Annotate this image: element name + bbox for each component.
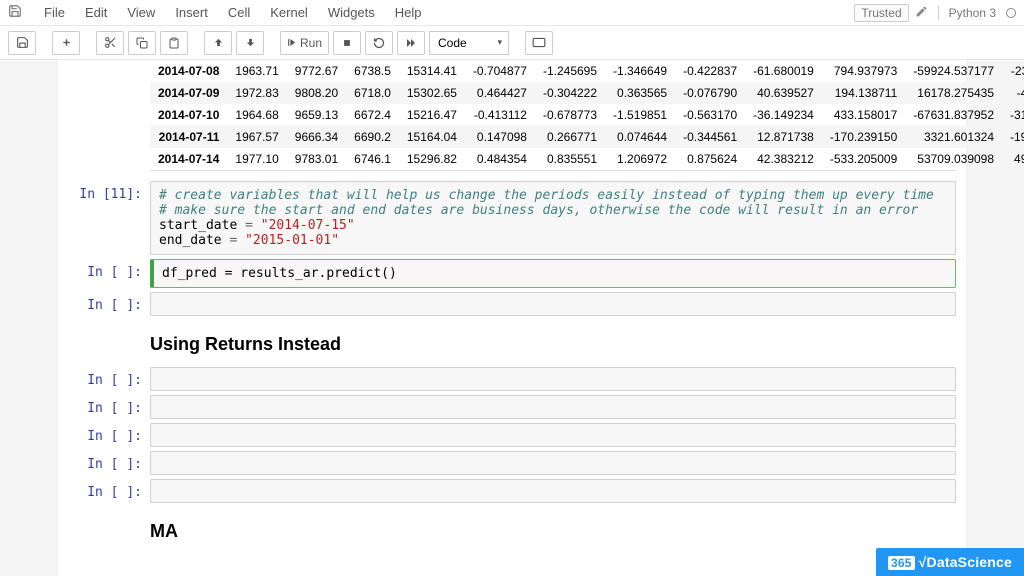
table-row: 2014-07-141977.109783.016746.115296.820.… xyxy=(150,148,1024,170)
insert-cell-button[interactable] xyxy=(52,31,80,55)
cell-prompt: In [ ]: xyxy=(58,395,150,419)
code-input[interactable] xyxy=(150,479,956,503)
command-palette-button[interactable] xyxy=(525,31,553,55)
move-up-button[interactable] xyxy=(204,31,232,55)
menu-view[interactable]: View xyxy=(117,1,165,24)
code-input[interactable] xyxy=(150,292,956,316)
cell-prompt: In [11]: xyxy=(58,181,150,255)
notebook-cell[interactable]: In [ ]: xyxy=(58,395,966,419)
notebook-cell[interactable]: In [ ]: xyxy=(58,479,966,503)
cell-prompt: In [ ]: xyxy=(58,423,150,447)
save-icon[interactable] xyxy=(8,4,22,21)
menu-bar: File Edit View Insert Cell Kernel Widget… xyxy=(0,0,1024,26)
cell-prompt: In [ ]: xyxy=(58,479,150,503)
notebook-cell[interactable]: MA xyxy=(58,507,966,550)
notebook-cell[interactable]: In [ ]: xyxy=(58,451,966,475)
notebook-cell[interactable]: In [ ]: xyxy=(58,423,966,447)
save-button[interactable] xyxy=(8,31,36,55)
trusted-badge[interactable]: Trusted xyxy=(854,4,908,22)
menu-kernel[interactable]: Kernel xyxy=(260,1,318,24)
edit-icon[interactable] xyxy=(915,5,928,21)
code-input[interactable] xyxy=(150,395,956,419)
menu-insert[interactable]: Insert xyxy=(165,1,218,24)
cell-prompt xyxy=(58,320,150,363)
stop-button[interactable] xyxy=(333,31,361,55)
run-label: Run xyxy=(300,36,322,50)
menu-cell[interactable]: Cell xyxy=(218,1,260,24)
notebook-area: 2014-07-081963.719772.676738.515314.41-0… xyxy=(0,60,1024,576)
notebook-cell[interactable]: Using Returns Instead xyxy=(58,320,966,363)
menu-help[interactable]: Help xyxy=(385,1,432,24)
notebook-cell[interactable]: In [11]:# create variables that will hel… xyxy=(58,181,966,255)
notebook-cell[interactable]: In [ ]:df_pred = results_ar.predict() xyxy=(58,259,966,288)
table-row: 2014-07-091972.839808.206718.015302.650.… xyxy=(150,82,1024,104)
restart-run-all-button[interactable] xyxy=(397,31,425,55)
cut-button[interactable] xyxy=(96,31,124,55)
code-input[interactable] xyxy=(150,367,956,391)
run-button[interactable]: Run xyxy=(280,31,329,55)
markdown-heading: Using Returns Instead xyxy=(150,334,956,355)
logo-badge: 365√DataScience xyxy=(876,548,1024,576)
kernel-name: Python 3 xyxy=(949,6,996,20)
menu-edit[interactable]: Edit xyxy=(75,1,117,24)
menu-widgets[interactable]: Widgets xyxy=(318,1,385,24)
cell-prompt: In [ ]: xyxy=(58,292,150,316)
code-input[interactable]: # create variables that will help us cha… xyxy=(150,181,956,255)
cell-prompt: In [ ]: xyxy=(58,451,150,475)
cell-type-select[interactable]: Code xyxy=(429,31,509,55)
cell-prompt xyxy=(58,507,150,550)
notebook-cell[interactable]: In [ ]: xyxy=(58,367,966,391)
notebook-cell[interactable]: In [ ]: xyxy=(58,292,966,316)
table-row: 2014-07-081963.719772.676738.515314.41-0… xyxy=(150,60,1024,82)
table-row: 2014-07-101964.689659.136672.415216.47-0… xyxy=(150,104,1024,126)
kernel-status-icon xyxy=(1006,8,1016,18)
cell-prompt: In [ ]: xyxy=(58,259,150,288)
tool-bar: Run Code xyxy=(0,26,1024,60)
code-input[interactable] xyxy=(150,423,956,447)
markdown-heading: MA xyxy=(150,521,956,542)
table-row: 2014-07-111967.579666.346690.215164.040.… xyxy=(150,126,1024,148)
restart-button[interactable] xyxy=(365,31,393,55)
copy-button[interactable] xyxy=(128,31,156,55)
code-input[interactable] xyxy=(150,451,956,475)
cell-prompt: In [ ]: xyxy=(58,367,150,391)
dataframe-output: 2014-07-081963.719772.676738.515314.41-0… xyxy=(150,60,956,171)
paste-button[interactable] xyxy=(160,31,188,55)
move-down-button[interactable] xyxy=(236,31,264,55)
code-input[interactable]: df_pred = results_ar.predict() xyxy=(150,259,956,288)
menu-file[interactable]: File xyxy=(34,1,75,24)
